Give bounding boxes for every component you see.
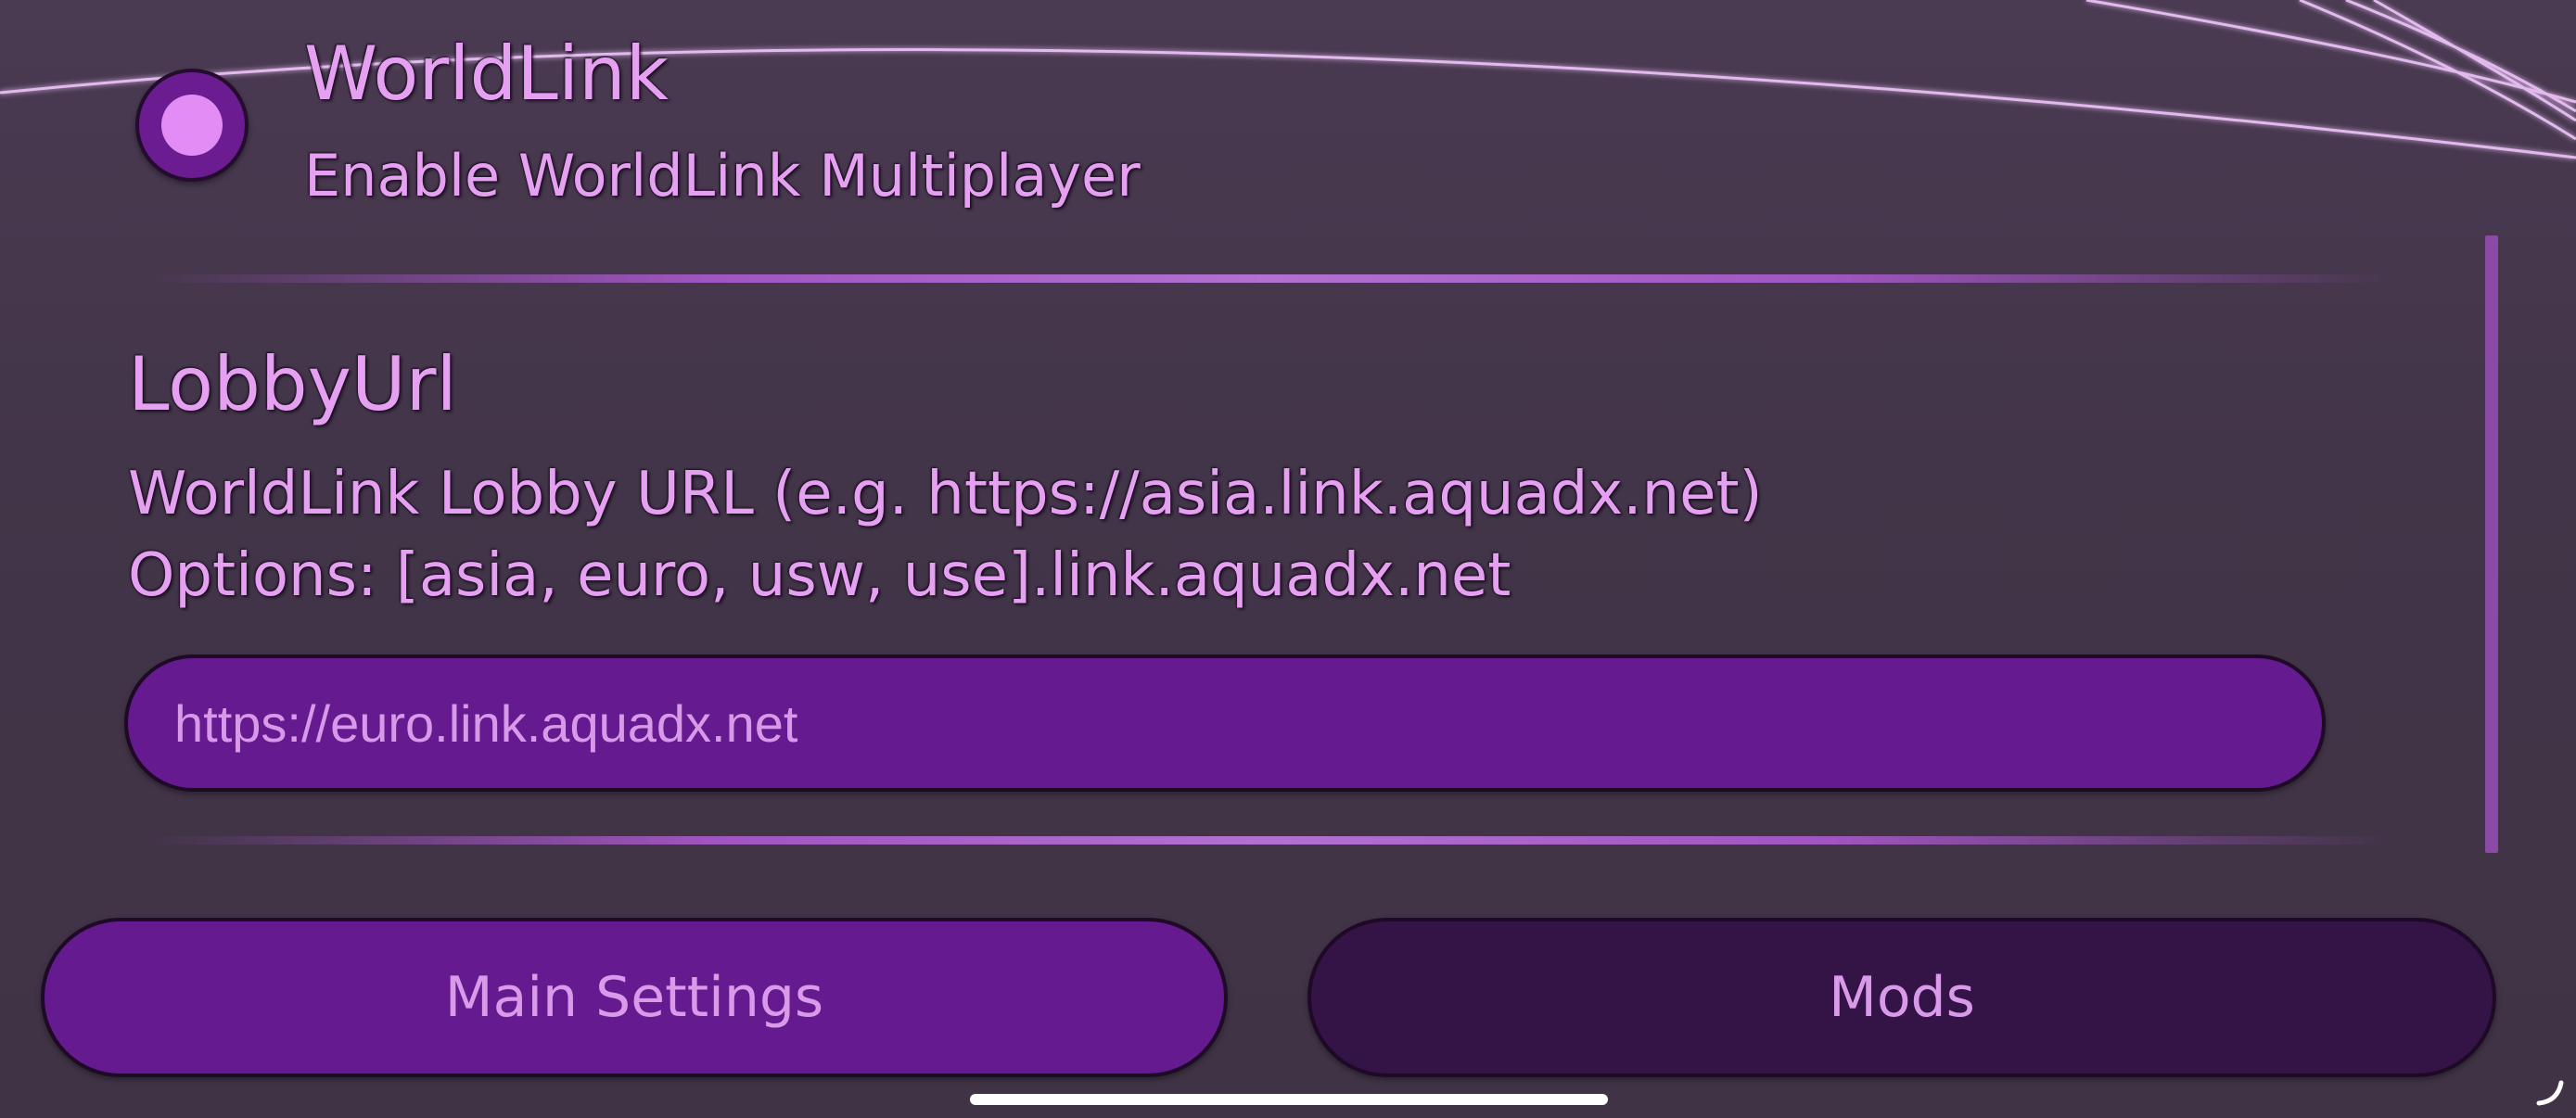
main-settings-button[interactable]: Main Settings <box>41 918 1228 1077</box>
enable-worldlink-label: Enable WorldLink Multiplayer <box>304 142 1141 210</box>
mods-button[interactable]: Mods <box>1307 918 2496 1077</box>
resize-corner-icon[interactable] <box>2535 1075 2567 1107</box>
mods-label: Mods <box>1829 965 1975 1030</box>
section-divider-bottom <box>148 836 2392 845</box>
page-title: WorldLink <box>304 31 670 117</box>
home-indicator[interactable] <box>970 1094 1608 1105</box>
main-settings-label: Main Settings <box>444 965 824 1030</box>
lobby-url-description-line2: Options: [asia, euro, usw, use].link.aqu… <box>128 541 1511 610</box>
scrollbar[interactable] <box>2485 235 2498 853</box>
section-divider-top <box>148 274 2392 283</box>
lobby-url-description-line1: WorldLink Lobby URL (e.g. https://asia.l… <box>128 460 1763 528</box>
worldlink-enable-toggle[interactable] <box>135 69 249 182</box>
radio-toggle-icon <box>161 95 223 156</box>
lobby-url-title: LobbyUrl <box>128 341 457 427</box>
lobby-url-input[interactable] <box>124 654 2326 792</box>
